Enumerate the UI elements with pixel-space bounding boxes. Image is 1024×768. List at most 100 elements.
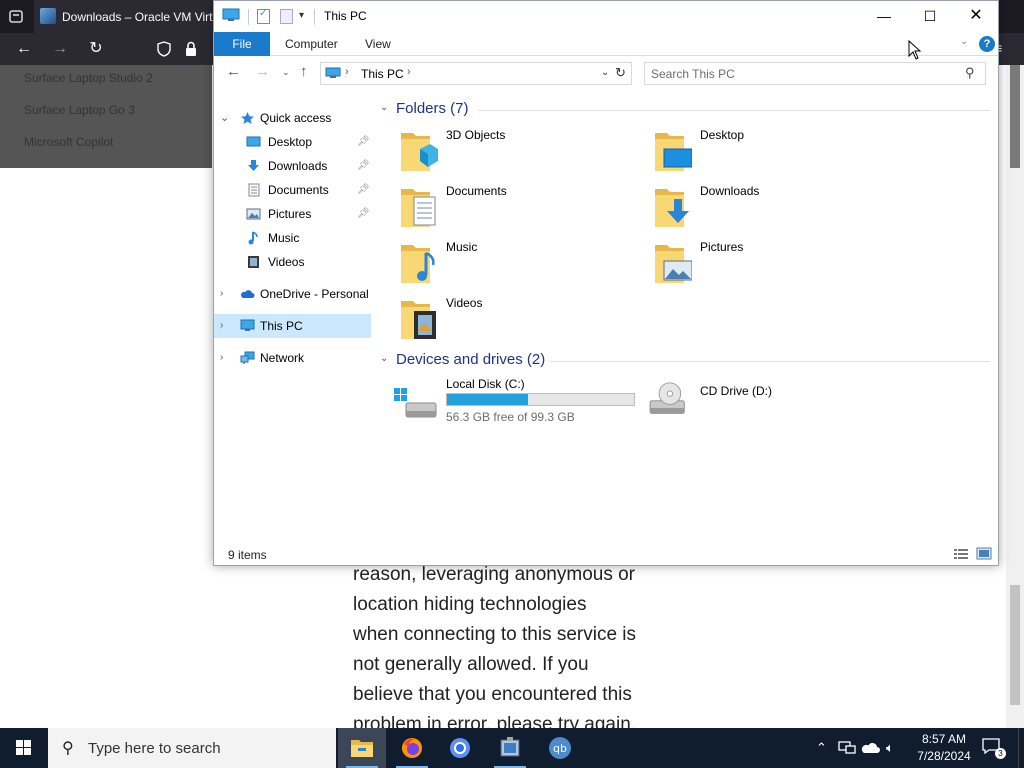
- onedrive-tray-icon[interactable]: [861, 741, 881, 755]
- nav-quick-access[interactable]: ⌄ Quick access: [214, 106, 371, 130]
- nav-item-music[interactable]: Music: [214, 226, 371, 250]
- maximize-icon[interactable]: ☐: [907, 1, 953, 32]
- dropdown-item[interactable]: Microsoft Copilot: [24, 135, 113, 149]
- breadcrumb-chevron-icon[interactable]: ›: [407, 66, 411, 78]
- scrollbar-thumb[interactable]: [1010, 585, 1020, 705]
- collapsed-chevron-icon[interactable]: ›: [220, 282, 223, 306]
- collapse-chevron-icon[interactable]: ⌄: [380, 353, 388, 364]
- back-icon[interactable]: ←: [14, 39, 34, 59]
- title-bar[interactable]: ▾ This PC — ☐ ✕: [214, 1, 998, 32]
- folder-tile[interactable]: 3D Objects: [378, 125, 618, 177]
- tracking-shield-icon[interactable]: [156, 41, 172, 57]
- large-icons-view-icon[interactable]: [976, 547, 992, 560]
- folder-tile[interactable]: Desktop: [632, 125, 872, 177]
- folder-tile[interactable]: Downloads: [632, 181, 872, 233]
- tab-view[interactable]: View: [365, 32, 391, 56]
- dropdown-item[interactable]: Surface Laptop Go 3: [24, 103, 135, 117]
- recent-locations-icon[interactable]: ⌄: [282, 67, 290, 78]
- forward-icon[interactable]: →: [50, 39, 70, 59]
- drives-group-header[interactable]: ⌄ Devices and drives (2): [378, 351, 990, 371]
- folders-group-header[interactable]: ⌄ Folders (7): [378, 100, 990, 120]
- pin-icon[interactable]: 📌︎: [357, 130, 370, 154]
- search-box[interactable]: ⚲: [644, 62, 986, 85]
- nav-label: Pictures: [268, 207, 312, 221]
- up-icon[interactable]: ↑: [300, 63, 308, 80]
- search-input[interactable]: [651, 66, 951, 82]
- status-bar: 9 items: [214, 543, 998, 565]
- details-view-icon[interactable]: [953, 547, 969, 560]
- scrollbar-thumb[interactable]: [1010, 65, 1020, 168]
- browser-tab[interactable]: Downloads – Oracle VM Virtu: [34, 0, 224, 33]
- taskbar-app-chromium[interactable]: [436, 728, 484, 768]
- new-folder-icon[interactable]: [280, 9, 293, 24]
- drive-tile[interactable]: CD Drive (D:): [632, 377, 832, 427]
- folder-tile[interactable]: Videos: [378, 293, 618, 345]
- lock-icon[interactable]: [184, 41, 198, 57]
- properties-icon[interactable]: [257, 8, 270, 24]
- nav-label: Documents: [268, 183, 329, 197]
- taskbar-app-firefox[interactable]: [388, 728, 436, 768]
- collapse-chevron-icon[interactable]: ⌄: [380, 102, 388, 113]
- downloads-folder-icon: [655, 189, 689, 227]
- folder-tile[interactable]: Music: [378, 237, 618, 289]
- reload-icon[interactable]: ↻: [86, 39, 106, 59]
- onedrive-cloud-icon: [241, 290, 255, 298]
- notification-center-icon[interactable]: 3: [982, 738, 1006, 759]
- pin-icon[interactable]: 📌︎: [357, 178, 370, 202]
- downloads-icon: [248, 160, 259, 171]
- folder-tile[interactable]: Documents: [378, 181, 618, 233]
- windows-start-icon[interactable]: [0, 728, 48, 768]
- address-bar[interactable]: › This PC › ⌄: [320, 62, 632, 85]
- nav-item-documents[interactable]: Documents 📌︎: [214, 178, 371, 202]
- page-scrollbar[interactable]: [1006, 65, 1024, 728]
- dropdown-item[interactable]: Surface Laptop Studio 2: [24, 71, 153, 85]
- help-icon[interactable]: ?: [979, 36, 995, 52]
- nav-network[interactable]: › Network: [214, 346, 371, 370]
- nav-item-desktop[interactable]: Desktop 📌︎: [214, 130, 371, 154]
- network-tray-icon[interactable]: [838, 740, 856, 756]
- tab-file[interactable]: File: [214, 32, 270, 56]
- nav-label: Network: [260, 351, 305, 365]
- nav-this-pc[interactable]: › This PC: [214, 314, 371, 338]
- back-icon[interactable]: ←: [226, 63, 241, 80]
- clock-time[interactable]: 8:57 AM: [918, 732, 970, 746]
- nav-onedrive[interactable]: › OneDrive - Personal: [214, 282, 371, 306]
- page-text-line: location hiding technologies: [353, 594, 587, 615]
- pin-icon[interactable]: 📌︎: [357, 154, 370, 178]
- show-desktop-button[interactable]: [1018, 728, 1024, 768]
- taskbar-app-virtualbox[interactable]: [486, 728, 534, 768]
- folder-tile[interactable]: Pictures: [632, 237, 872, 289]
- nav-item-videos[interactable]: Videos: [214, 250, 371, 274]
- taskbar-app-file-explorer[interactable]: [338, 728, 386, 768]
- taskbar-search-box[interactable]: ⚲ Type here to search: [48, 728, 336, 768]
- page-body-text: reason, leveraging anonymous or location…: [353, 560, 673, 740]
- nav-label: OneDrive - Personal: [260, 287, 369, 301]
- nav-item-downloads[interactable]: Downloads 📌︎: [214, 154, 371, 178]
- nav-label: Quick access: [260, 111, 332, 125]
- forward-icon[interactable]: →: [255, 63, 270, 80]
- show-hidden-icons-icon[interactable]: ⌃: [816, 740, 827, 756]
- expanded-chevron-icon[interactable]: ⌄: [220, 106, 229, 130]
- volume-icon[interactable]: 🔈︎: [886, 740, 894, 756]
- clock-date[interactable]: 7/28/2024: [912, 749, 976, 763]
- page-text-line: not generally allowed. If you: [353, 654, 589, 675]
- taskbar-app-qbittorrent[interactable]: qb: [536, 728, 584, 768]
- expand-ribbon-icon[interactable]: ⌄: [960, 36, 968, 47]
- tab-overview-icon[interactable]: [8, 8, 24, 24]
- collapsed-chevron-icon[interactable]: ›: [220, 346, 223, 370]
- documents-icon: [248, 183, 260, 197]
- close-icon[interactable]: ✕: [953, 1, 999, 32]
- refresh-icon[interactable]: ↻: [615, 65, 626, 81]
- desktop-icon: [246, 136, 261, 147]
- breadcrumb[interactable]: This PC: [361, 67, 404, 81]
- pin-icon[interactable]: 📌︎: [357, 202, 370, 226]
- breadcrumb-chevron-icon[interactable]: ›: [345, 66, 349, 78]
- address-history-icon[interactable]: ⌄: [601, 67, 609, 78]
- customize-qat-icon[interactable]: ▾: [299, 10, 304, 21]
- drive-tile[interactable]: Local Disk (C:) 56.3 GB free of 99.3 GB: [378, 377, 648, 427]
- tab-computer[interactable]: Computer: [285, 32, 338, 56]
- collapsed-chevron-icon[interactable]: ›: [220, 314, 223, 338]
- nav-item-pictures[interactable]: Pictures 📌︎: [214, 202, 371, 226]
- minimize-icon[interactable]: —: [861, 1, 907, 32]
- search-icon[interactable]: ⚲: [965, 65, 975, 81]
